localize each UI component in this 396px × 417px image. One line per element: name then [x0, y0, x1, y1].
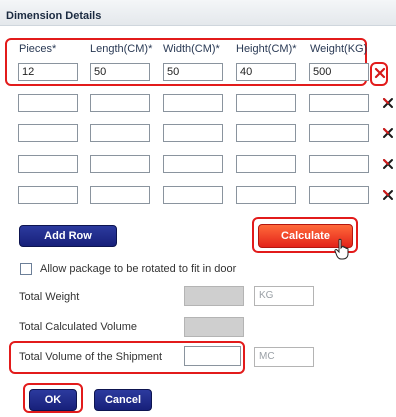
column-header-pieces: Pieces*: [19, 43, 57, 55]
width-input[interactable]: [163, 155, 223, 173]
delete-row-icon[interactable]: [382, 127, 394, 139]
total-weight-field: [184, 286, 244, 306]
weight-unit-field: KG: [254, 286, 314, 306]
column-header-height: Height(CM)*: [236, 43, 297, 55]
width-input[interactable]: [163, 124, 223, 142]
delete-row-icon[interactable]: [374, 67, 386, 79]
weight-input[interactable]: [309, 186, 369, 204]
total-shipment-volume-label: Total Volume of the Shipment: [19, 351, 163, 363]
total-weight-label: Total Weight: [19, 291, 80, 303]
delete-row-icon[interactable]: [382, 158, 394, 170]
total-calculated-volume-field: [184, 317, 244, 337]
weight-input[interactable]: [309, 155, 369, 173]
weight-input[interactable]: [309, 124, 369, 142]
pieces-input[interactable]: [18, 155, 78, 173]
height-input[interactable]: [236, 186, 296, 204]
total-calculated-volume-label: Total Calculated Volume: [19, 321, 138, 333]
width-input[interactable]: [163, 94, 223, 112]
length-input[interactable]: [90, 94, 150, 112]
column-header-weight: Weight(KG): [310, 43, 368, 55]
volume-unit-field: MC: [254, 347, 314, 367]
width-input[interactable]: 50: [163, 63, 223, 81]
height-input[interactable]: [236, 155, 296, 173]
length-input[interactable]: [90, 124, 150, 142]
ok-button[interactable]: OK: [29, 389, 77, 411]
column-header-width: Width(CM)*: [163, 43, 220, 55]
height-input[interactable]: [236, 94, 296, 112]
pieces-input[interactable]: [18, 124, 78, 142]
weight-input[interactable]: [309, 94, 369, 112]
rotate-checkbox[interactable]: [20, 263, 32, 275]
delete-row-icon[interactable]: [382, 97, 394, 109]
cancel-button[interactable]: Cancel: [94, 389, 152, 411]
total-shipment-volume-input[interactable]: [184, 346, 241, 366]
column-header-length: Length(CM)*: [90, 43, 153, 55]
pieces-input[interactable]: [18, 186, 78, 204]
hand-pointer-icon: [334, 238, 350, 263]
height-input[interactable]: 40: [236, 63, 296, 81]
length-input[interactable]: [90, 186, 150, 204]
delete-row-icon[interactable]: [382, 189, 394, 201]
pieces-input[interactable]: [18, 94, 78, 112]
weight-input[interactable]: 500: [309, 63, 369, 81]
length-input[interactable]: [90, 155, 150, 173]
pieces-input[interactable]: 12: [18, 63, 78, 81]
width-input[interactable]: [163, 186, 223, 204]
rotate-option-label: Allow package to be rotated to fit in do…: [40, 263, 237, 275]
length-input[interactable]: 50: [90, 63, 150, 81]
height-input[interactable]: [236, 124, 296, 142]
dialog-title-bar: Dimension Details: [0, 0, 396, 26]
dialog-title: Dimension Details: [6, 10, 102, 22]
add-row-button[interactable]: Add Row: [19, 225, 117, 247]
